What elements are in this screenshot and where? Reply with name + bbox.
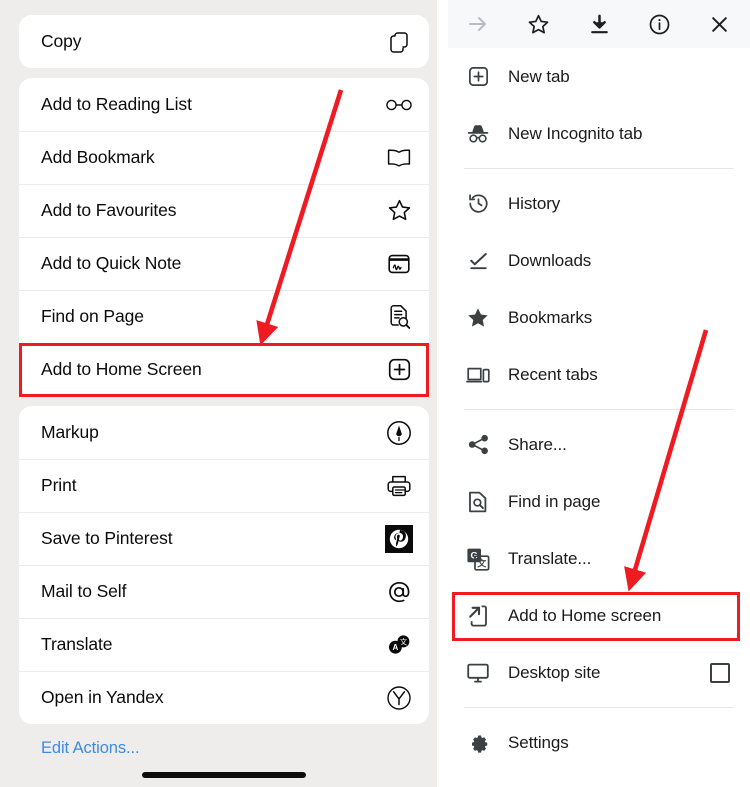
- recent-tabs-icon: [465, 362, 491, 388]
- ios-row-add-to-favourites[interactable]: Add to Favourites: [19, 184, 429, 237]
- chrome-item-translate[interactable]: G 文 Translate...: [448, 530, 750, 587]
- ios-row-label: Copy: [41, 31, 82, 51]
- yandex-icon: [384, 683, 414, 713]
- chrome-item-label: Downloads: [508, 250, 592, 270]
- glasses-icon: [384, 90, 414, 120]
- ios-row-translate[interactable]: Translate 文 A: [19, 618, 429, 671]
- ios-row-save-to-pinterest[interactable]: Save to Pinterest: [19, 512, 429, 565]
- chrome-item-add-to-home-screen[interactable]: Add to Home screen: [448, 587, 750, 644]
- chrome-item-label: Share...: [508, 434, 567, 454]
- chrome-menu-toolbar: [448, 0, 750, 48]
- panel-divider: [437, 0, 448, 787]
- chrome-item-label: New tab: [508, 66, 570, 86]
- ios-actions-group: Add to Reading List Add Bookmark Add to …: [19, 78, 429, 396]
- markup-pen-icon: [384, 418, 414, 448]
- ios-row-copy[interactable]: Copy: [19, 15, 429, 68]
- ios-row-open-in-yandex[interactable]: Open in Yandex: [19, 671, 429, 724]
- ios-row-label: Mail to Self: [41, 581, 127, 601]
- star-outline-icon: [384, 196, 414, 226]
- ios-row-label: Add to Favourites: [41, 200, 177, 220]
- ios-copy-group: Copy: [19, 15, 429, 68]
- close-icon[interactable]: [690, 0, 750, 48]
- desktop-site-checkbox[interactable]: [710, 662, 730, 683]
- ios-row-label: Add to Home Screen: [41, 359, 202, 379]
- ios-row-label: Find on Page: [41, 306, 144, 326]
- svg-text:A: A: [393, 643, 399, 652]
- ios-row-label: Translate: [41, 634, 113, 654]
- copy-icon: [384, 27, 414, 57]
- chrome-menu-separator: [464, 409, 734, 410]
- chrome-item-share[interactable]: Share...: [448, 416, 750, 473]
- chrome-menu-separator: [464, 168, 734, 169]
- ios-row-add-to-quick-note[interactable]: Add to Quick Note: [19, 237, 429, 290]
- new-tab-icon: [465, 64, 491, 90]
- ios-row-mail-to-self[interactable]: Mail to Self: [19, 565, 429, 618]
- chrome-item-label: History: [508, 193, 561, 213]
- info-circle-icon[interactable]: [629, 0, 689, 48]
- screenshot-stage: Copy Add to Reading List Add Bookmark Ad…: [0, 0, 750, 787]
- download-icon[interactable]: [569, 0, 629, 48]
- chrome-item-label: New Incognito tab: [508, 123, 643, 143]
- translate-badge-icon: 文 A: [384, 630, 414, 660]
- ios-extensions-group: Markup Print Save to Pinterest Mail to S…: [19, 406, 429, 724]
- history-icon: [465, 191, 491, 217]
- book-icon: [384, 143, 414, 173]
- google-translate-icon: G 文: [465, 546, 491, 572]
- chrome-item-history[interactable]: History: [448, 175, 750, 232]
- chrome-item-recent-tabs[interactable]: Recent tabs: [448, 346, 750, 403]
- incognito-icon: [465, 121, 491, 147]
- at-sign-icon: [384, 577, 414, 607]
- home-indicator: [142, 772, 306, 778]
- edit-actions-link[interactable]: Edit Actions...: [41, 739, 140, 758]
- ios-row-label: Add Bookmark: [41, 147, 155, 167]
- chrome-item-downloads[interactable]: Downloads: [448, 232, 750, 289]
- gear-icon: [465, 730, 491, 756]
- chrome-menu-list: New tab New Incognito tab History Downlo…: [448, 48, 750, 771]
- star-filled-icon: [465, 305, 491, 331]
- plus-square-icon: [384, 355, 414, 385]
- chrome-item-bookmarks[interactable]: Bookmarks: [448, 289, 750, 346]
- ios-row-find-on-page[interactable]: Find on Page: [19, 290, 429, 343]
- ios-row-label: Save to Pinterest: [41, 528, 173, 548]
- chrome-item-label: Add to Home screen: [508, 605, 662, 625]
- find-on-page-icon: [384, 302, 414, 332]
- chrome-menu-separator: [464, 707, 734, 708]
- find-in-page-icon: [465, 489, 491, 515]
- ios-row-add-to-reading-list[interactable]: Add to Reading List: [19, 78, 429, 131]
- ios-row-add-to-home-screen[interactable]: Add to Home Screen: [19, 343, 429, 396]
- ios-share-sheet-panel: Copy Add to Reading List Add Bookmark Ad…: [0, 0, 438, 787]
- printer-icon: [384, 471, 414, 501]
- ios-row-label: Add to Quick Note: [41, 253, 182, 273]
- chrome-item-label: Find in page: [508, 491, 601, 511]
- star-outline-icon[interactable]: [508, 0, 568, 48]
- chrome-menu-panel: New tab New Incognito tab History Downlo…: [448, 0, 750, 787]
- chrome-item-settings[interactable]: Settings: [448, 714, 750, 771]
- chrome-item-new-incognito-tab[interactable]: New Incognito tab: [448, 105, 750, 162]
- chrome-item-find-in-page[interactable]: Find in page: [448, 473, 750, 530]
- ios-row-label: Open in Yandex: [41, 687, 164, 707]
- add-to-home-icon: [465, 603, 491, 629]
- chrome-item-label: Translate...: [508, 548, 592, 568]
- svg-text:文: 文: [476, 557, 487, 568]
- chrome-item-label: Settings: [508, 732, 569, 752]
- share-icon: [465, 432, 491, 458]
- chrome-item-label: Desktop site: [508, 662, 601, 682]
- ios-row-label: Add to Reading List: [41, 94, 192, 114]
- desktop-icon: [465, 660, 491, 686]
- chrome-item-new-tab[interactable]: New tab: [448, 48, 750, 105]
- ios-row-print[interactable]: Print: [19, 459, 429, 512]
- ios-row-add-bookmark[interactable]: Add Bookmark: [19, 131, 429, 184]
- quick-note-icon: [384, 249, 414, 279]
- ios-row-label: Markup: [41, 422, 99, 442]
- chrome-item-desktop-site[interactable]: Desktop site: [448, 644, 750, 701]
- pinterest-icon: [384, 524, 414, 554]
- chrome-item-label: Recent tabs: [508, 364, 598, 384]
- forward-arrow-icon[interactable]: [448, 0, 508, 48]
- chrome-item-label: Bookmarks: [508, 307, 593, 327]
- downloads-icon: [465, 248, 491, 274]
- ios-row-markup[interactable]: Markup: [19, 406, 429, 459]
- ios-row-label: Print: [41, 475, 77, 495]
